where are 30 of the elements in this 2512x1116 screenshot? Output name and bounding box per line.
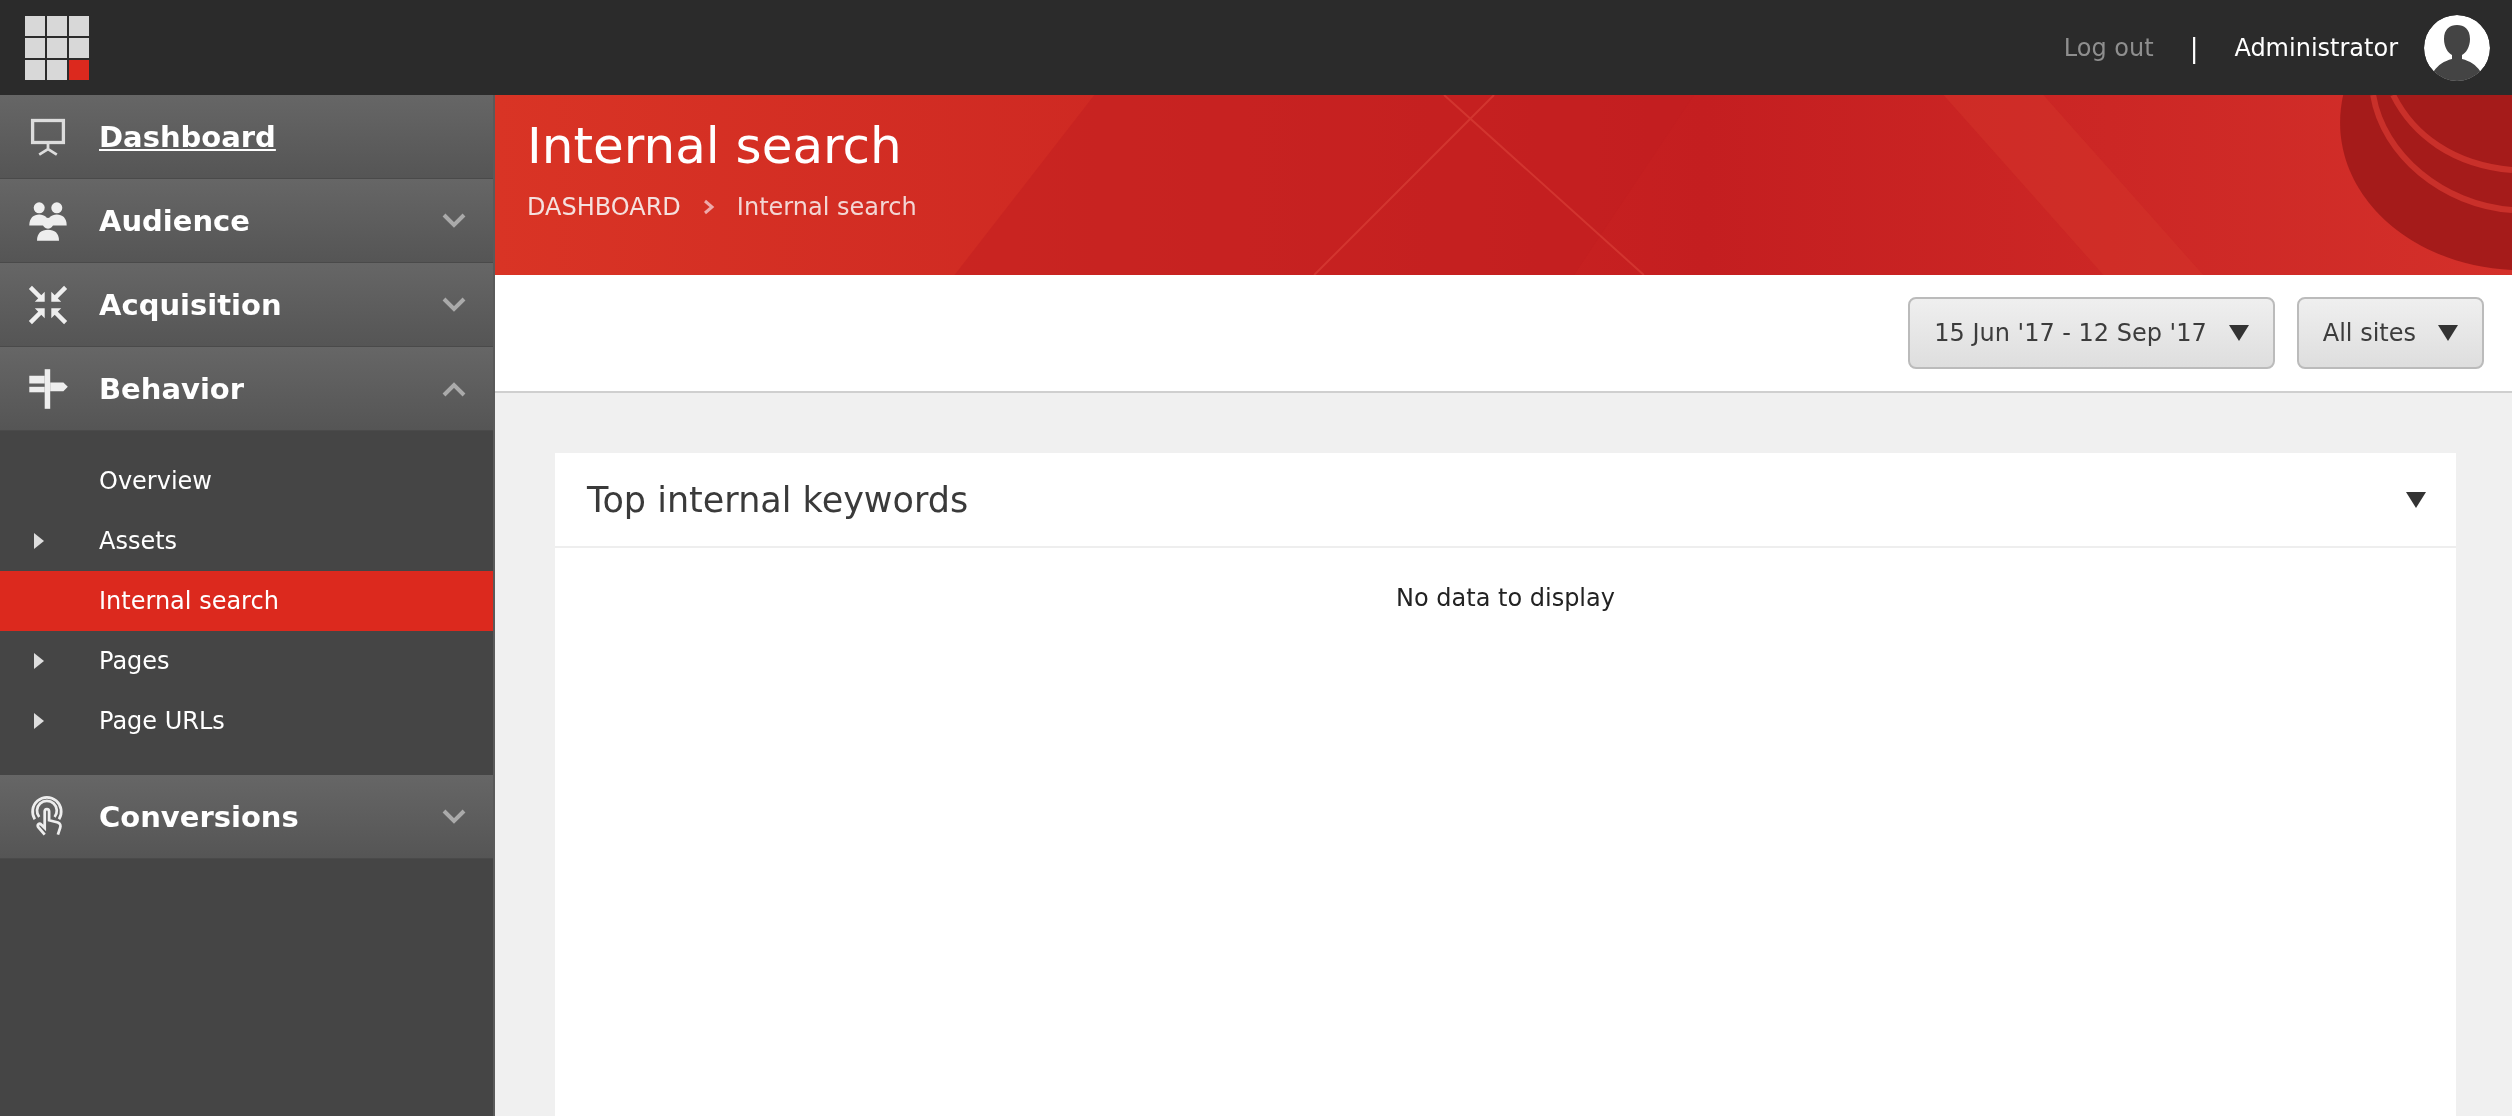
caret-icon [2228,325,2249,341]
chevron-right-icon [702,199,715,215]
nav-item[interactable]: Acquisition [0,263,493,347]
nav-subitem[interactable]: Page URLs [0,691,493,751]
page-title: Internal search [527,117,903,175]
avatar-icon[interactable] [2424,14,2490,81]
expand-triangle-icon[interactable] [33,712,45,730]
nav-subitem[interactable]: Assets [0,511,493,571]
logout-link[interactable]: Log out [2063,33,2154,62]
nav-item[interactable]: Audience [0,179,493,263]
breadcrumb-current: Internal search [736,193,917,221]
nav-subitem[interactable]: Internal search [0,571,493,631]
nav-item[interactable]: Dashboard [0,95,493,179]
caret-icon [2438,325,2458,341]
signpost-icon [26,366,70,411]
filter-dropdown[interactable]: 15 Jun '17 - 12 Sep '17 [1908,297,2275,369]
separator: | [2189,32,2199,63]
nav-item[interactable]: Conversions [0,775,493,859]
card-title: Top internal keywords [587,479,970,520]
expand-triangle-icon[interactable] [33,652,45,670]
empty-message: No data to display [1395,584,1616,612]
app-logo[interactable] [24,14,90,81]
user-name[interactable]: Administrator [2234,33,2398,62]
nav-item[interactable]: Behavior [0,347,493,431]
nav-subitem[interactable]: Pages [0,631,493,691]
collapse-caret-icon[interactable] [2406,491,2426,508]
expand-triangle-icon[interactable] [33,532,45,550]
breadcrumb-link[interactable]: DASHBOARD [527,193,681,221]
filter-dropdown[interactable]: All sites [2296,297,2484,369]
nav-subitem[interactable]: Overview [0,451,493,511]
